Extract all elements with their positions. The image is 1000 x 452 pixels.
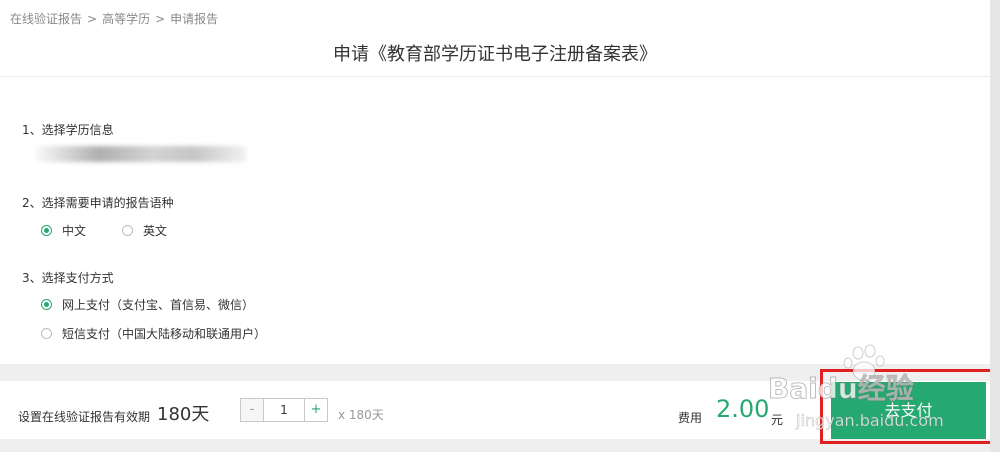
language-option-chinese[interactable]: 中文 — [41, 222, 86, 239]
quantity-stepper: - 1 + — [240, 398, 328, 422]
step3-label: 3、选择支付方式 — [22, 271, 114, 285]
language-option-label: 英文 — [143, 224, 168, 238]
page-title: 申请《教育部学历证书电子注册备案表》 — [333, 44, 657, 65]
scrollbar-track[interactable] — [990, 0, 1000, 452]
fee-label: 费用 — [678, 411, 703, 425]
breadcrumb-separator: > — [155, 12, 166, 26]
breadcrumb-online-report[interactable]: 在线验证报告 — [10, 12, 82, 26]
breadcrumb: 在线验证报告 > 高等学历 > 申请报告 — [10, 10, 218, 27]
decrement-button[interactable]: - — [240, 398, 264, 422]
validity-days: 180天 — [157, 404, 210, 425]
fee-amount: 2.00 — [716, 395, 770, 423]
radio-unchecked-icon[interactable] — [41, 328, 52, 339]
radio-checked-icon[interactable] — [41, 299, 52, 310]
language-option-label: 中文 — [62, 224, 87, 238]
education-info-blurred[interactable] — [36, 146, 246, 162]
validity-label: 设置在线验证报告有效期 — [18, 410, 151, 424]
payment-option-label: 短信支付（中国大陆移动和联通用户） — [62, 327, 267, 341]
language-option-english[interactable]: 英文 — [122, 222, 167, 239]
breadcrumb-higher-education[interactable]: 高等学历 — [102, 12, 150, 26]
step1-label: 1、选择学历信息 — [22, 123, 114, 137]
title-divider — [0, 76, 990, 77]
payment-option-online[interactable]: 网上支付（支付宝、首信易、微信） — [41, 296, 254, 313]
step2-label: 2、选择需要申请的报告语种 — [22, 196, 174, 210]
payment-option-label: 网上支付（支付宝、首信易、微信） — [62, 298, 255, 312]
multiplier-text: x 180天 — [338, 408, 384, 422]
radio-checked-icon[interactable] — [41, 225, 52, 236]
quantity-input[interactable]: 1 — [264, 398, 304, 422]
payment-option-sms[interactable]: 短信支付（中国大陆移动和联通用户） — [41, 325, 266, 342]
increment-button[interactable]: + — [304, 398, 328, 422]
breadcrumb-separator: > — [87, 12, 98, 26]
radio-unchecked-icon[interactable] — [122, 225, 133, 236]
annotation-highlight-box — [820, 369, 993, 444]
fee-unit: 元 — [771, 413, 784, 427]
breadcrumb-apply-report: 申请报告 — [170, 12, 219, 26]
main-panel: 在线验证报告 > 高等学历 > 申请报告 申请《教育部学历证书电子注册备案表》 1、选择… — [0, 0, 990, 364]
